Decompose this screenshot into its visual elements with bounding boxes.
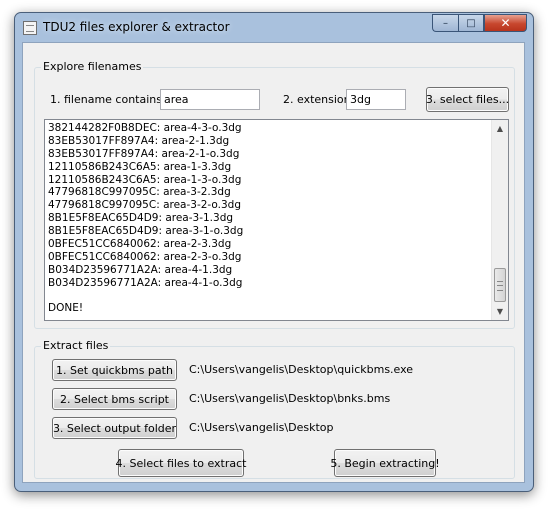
select-files-button[interactable]: 3. select files... — [426, 87, 509, 112]
close-icon: ✕ — [500, 16, 511, 30]
output-line: 382144282F0B8DEC: area-4-3-o.3dg — [48, 122, 242, 134]
output-line: B034D23596771A2A: area-4-1.3dg — [48, 263, 233, 276]
filename-input[interactable]: area — [160, 89, 260, 110]
output-line: 83EB53017FF897A4: area-2-1.3dg — [48, 134, 230, 147]
scroll-down-icon[interactable]: ▼ — [492, 303, 508, 320]
scroll-up-icon[interactable]: ▲ — [492, 120, 508, 137]
set-quickbms-path-button[interactable]: 1. Set quickbms path — [52, 359, 177, 381]
output-line: 47796818C997095C: area-3-2-o.3dg — [48, 199, 241, 212]
maximize-icon: □ — [466, 17, 476, 29]
maximize-button[interactable]: □ — [458, 14, 484, 32]
output-line: DONE! — [48, 302, 84, 315]
extract-group-label: Extract files — [41, 339, 111, 353]
window-title: TDU2 files explorer & extractor — [43, 20, 230, 34]
grip-icon — [497, 281, 503, 291]
bms-script-path-label: C:\Users\vangelis\Desktop\bnks.bms — [189, 392, 391, 405]
output-line: 47796818C997095C: area-3-2.3dg — [48, 186, 231, 199]
title-bar[interactable]: TDU2 files explorer & extractor – □ ✕ — [15, 13, 533, 43]
minimize-button[interactable]: – — [432, 14, 458, 32]
vertical-scrollbar[interactable]: ▲ ▼ — [491, 120, 508, 320]
close-button[interactable]: ✕ — [484, 14, 527, 32]
quickbms-path-label: C:\Users\vangelis\Desktop\quickbms.exe — [189, 363, 414, 376]
scroll-thumb[interactable] — [494, 268, 506, 302]
app-window: TDU2 files explorer & extractor – □ ✕ Ex… — [14, 12, 534, 492]
begin-extracting-button[interactable]: 5. Begin extracting! — [330, 449, 440, 477]
select-bms-script-button[interactable]: 2. Select bms script — [52, 388, 177, 410]
output-line: 0BFEC51CC6840062: area-2-3-o.3dg — [48, 250, 242, 263]
app-window-icon[interactable] — [23, 21, 37, 35]
output-folder-path-label: C:\Users\vangelis\Desktop — [189, 421, 334, 434]
output-line: 12110586B243C6A5: area-1-3-o.3dg — [48, 173, 242, 186]
output-line: B034D23596771A2A: area-4-1-o.3dg — [48, 276, 243, 289]
filename-label: 1. filename contains... — [50, 93, 173, 106]
output-line: 0BFEC51CC6840062: area-2-3.3dg — [48, 238, 232, 251]
explore-group-label: Explore filenames — [41, 60, 144, 74]
caption-buttons: – □ ✕ — [432, 14, 527, 33]
client-area: Explore filenames 1. filename contains..… — [22, 42, 525, 483]
output-line: 12110586B243C6A5: area-1-3.3dg — [48, 160, 232, 173]
extension-input[interactable]: 3dg — [346, 89, 406, 110]
output-line: 83EB53017FF897A4: area-2-1-o.3dg — [48, 147, 240, 160]
minimize-icon: – — [443, 17, 448, 29]
select-output-folder-button[interactable]: 3. Select output folder — [52, 417, 177, 439]
extension-label: 2. extension — [283, 93, 351, 106]
output-line: 8B1E5F8EAC65D4D9: area-3-1.3dg — [48, 212, 234, 225]
output-lines: 382144282F0B8DEC: area-4-3-o.3dg 83EB5301… — [48, 122, 490, 315]
select-files-to-extract-button[interactable]: 4. Select files to extract — [116, 449, 246, 477]
output-listbox[interactable]: 382144282F0B8DEC: area-4-3-o.3dg 83EB5301… — [44, 119, 509, 321]
output-line: 8B1E5F8EAC65D4D9: area-3-1-o.3dg — [48, 225, 244, 238]
